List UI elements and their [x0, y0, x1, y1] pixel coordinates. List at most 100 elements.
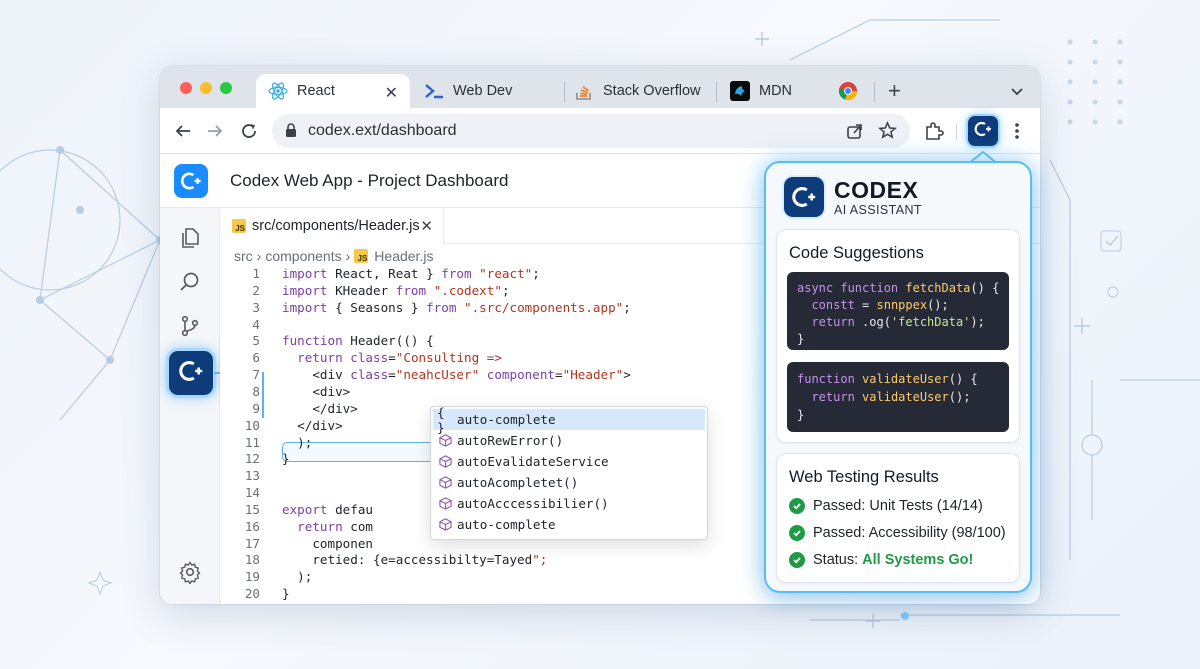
tab-web-dev[interactable]: Web Dev: [424, 74, 512, 108]
tab-list-chevron-down-icon[interactable]: [1010, 74, 1024, 108]
autocomplete-item[interactable]: autoAcccessibilier(): [433, 493, 705, 514]
source-control-icon[interactable]: [176, 312, 204, 340]
cube-method-icon: [437, 518, 453, 531]
maximize-window-button[interactable]: [220, 82, 232, 94]
code-line[interactable]: function Header(() {: [282, 333, 434, 348]
code-snippet[interactable]: function validateUser() { return validat…: [787, 362, 1009, 432]
codex-logo-icon: [973, 119, 993, 144]
codex-subtitle: AI ASSISTANT: [834, 203, 922, 217]
extensions-puzzle-icon[interactable]: [923, 120, 945, 142]
close-editor-tab-icon[interactable]: ✕: [420, 217, 433, 235]
code-snippet[interactable]: async function fetchData() { constt = sn…: [787, 272, 1009, 350]
line-number: 13: [244, 468, 260, 484]
tab-react[interactable]: React ✕: [256, 74, 410, 108]
code-suggestions-card: Code Suggestions async function fetchDat…: [776, 229, 1020, 443]
line-number: 18: [244, 552, 260, 568]
code-line[interactable]: </div>: [282, 418, 343, 433]
code-line[interactable]: import React, Reat } from "react";: [282, 266, 540, 281]
autocomplete-item[interactable]: autoEvalidateService: [433, 451, 705, 472]
lock-icon: [285, 123, 297, 143]
explorer-files-icon[interactable]: [176, 224, 204, 252]
snippet-line: return validateUser();: [811, 390, 971, 404]
code-line[interactable]: }: [282, 586, 290, 601]
minimize-window-button[interactable]: [200, 82, 212, 94]
tab-label: React: [297, 83, 335, 99]
codex-extension-button[interactable]: [968, 116, 998, 146]
snippet-line: constt = snnppex();: [811, 298, 949, 312]
breadcrumb-item[interactable]: components: [265, 248, 341, 264]
code-line[interactable]: import { Seasons } from ".src/components…: [282, 300, 631, 315]
status-value: All Systems Go!: [862, 552, 974, 568]
url-omnibox[interactable]: codex.ext/dashboard: [272, 114, 910, 148]
autocomplete-popup: { } auto-complete autoRewError() autoEvalid…: [430, 406, 708, 540]
tab-separator: [716, 82, 717, 102]
line-number: 3: [252, 299, 260, 315]
code-line[interactable]: <div class="neahcUser" component="Header…: [282, 367, 631, 382]
test-result-item: Passed: Unit Tests (14/14): [789, 498, 983, 514]
breadcrumb-item[interactable]: src: [234, 248, 253, 264]
cube-method-icon: [437, 434, 453, 447]
line-number: 19: [244, 569, 260, 585]
app-logo-icon: [174, 164, 208, 198]
autocomplete-item[interactable]: auto-complete: [433, 514, 705, 535]
search-icon[interactable]: [176, 268, 204, 296]
autocomplete-label: auto-complete: [457, 412, 556, 427]
code-line[interactable]: <div>: [282, 384, 350, 399]
tab-chrome[interactable]: [838, 74, 867, 108]
code-line[interactable]: );: [282, 569, 312, 584]
snippet-line: return .og('fetchData');: [811, 315, 985, 329]
check-circle-icon: [789, 498, 805, 514]
tab-stack-overflow[interactable]: Stack Overflow: [574, 74, 701, 108]
chevron-right-icon: ›: [345, 248, 351, 264]
codex-assistant-panel: CODEX AI ASSISTANT Code Suggestions asyn…: [764, 161, 1032, 593]
codex-name: CODEX: [834, 177, 919, 203]
line-number: 8: [252, 383, 260, 399]
back-arrow-icon[interactable]: [172, 120, 194, 142]
react-icon: [268, 81, 288, 101]
codex-sidebar-button[interactable]: [169, 351, 213, 395]
status-item: Status: All Systems Go!: [789, 552, 973, 568]
chrome-icon: [838, 81, 858, 101]
line-number: 21: [220, 603, 260, 604]
line-number: 4: [252, 316, 260, 332]
page-title: Codex Web App - Project Dashboard: [230, 171, 509, 190]
bookmark-star-icon[interactable]: [877, 121, 898, 145]
code-line[interactable]: return class="Consulting =>: [282, 350, 502, 365]
code-line[interactable]: }: [282, 451, 290, 466]
check-circle-icon: [789, 525, 805, 541]
browser-menu-kebab-icon[interactable]: [1006, 120, 1028, 142]
chevron-right-icon: ›: [256, 248, 262, 264]
code-line[interactable]: );: [282, 435, 312, 450]
forward-arrow-icon[interactable]: [204, 120, 226, 142]
code-line[interactable]: return com: [282, 519, 373, 534]
code-line[interactable]: </div>: [282, 401, 358, 416]
new-tab-button[interactable]: +: [888, 74, 901, 108]
editor-tab-header-js[interactable]: JS src/components/Header.js ✕: [220, 208, 444, 244]
autocomplete-item[interactable]: autoRewError(): [433, 430, 705, 451]
reload-icon[interactable]: [238, 120, 260, 142]
breadcrumb-item[interactable]: Header.js: [374, 248, 433, 264]
terminal-icon: [424, 81, 444, 101]
test-result-item: Passed: Accessibility (98/100): [789, 525, 1006, 541]
tab-separator: [874, 82, 875, 102]
code-line[interactable]: retied: {e=accessibilty=Tayed";: [282, 552, 547, 567]
close-tab-icon[interactable]: ✕: [385, 83, 398, 103]
mdn-icon: [730, 81, 750, 101]
line-number: 16: [244, 518, 260, 534]
tab-mdn[interactable]: MDN: [730, 74, 792, 108]
close-window-button[interactable]: [180, 82, 192, 94]
codex-logo-icon: [784, 177, 824, 217]
status-label: Status:: [813, 552, 863, 568]
autocomplete-label: autoAcompletet(): [457, 475, 579, 490]
share-icon[interactable]: [846, 122, 864, 145]
autocomplete-item[interactable]: autoAcompletet(): [433, 472, 705, 493]
line-number: 14: [244, 485, 260, 501]
code-line[interactable]: export defau: [282, 502, 373, 517]
line-number: 20: [244, 586, 260, 602]
url-text: codex.ext/dashboard: [308, 122, 457, 139]
code-line[interactable]: componen: [282, 536, 373, 551]
code-line[interactable]: import KHeader from ".codext";: [282, 283, 510, 298]
autocomplete-item[interactable]: { } auto-complete: [433, 407, 705, 435]
breadcrumb: src › components › JS Header.js: [234, 248, 433, 264]
settings-gear-icon[interactable]: [176, 558, 204, 586]
